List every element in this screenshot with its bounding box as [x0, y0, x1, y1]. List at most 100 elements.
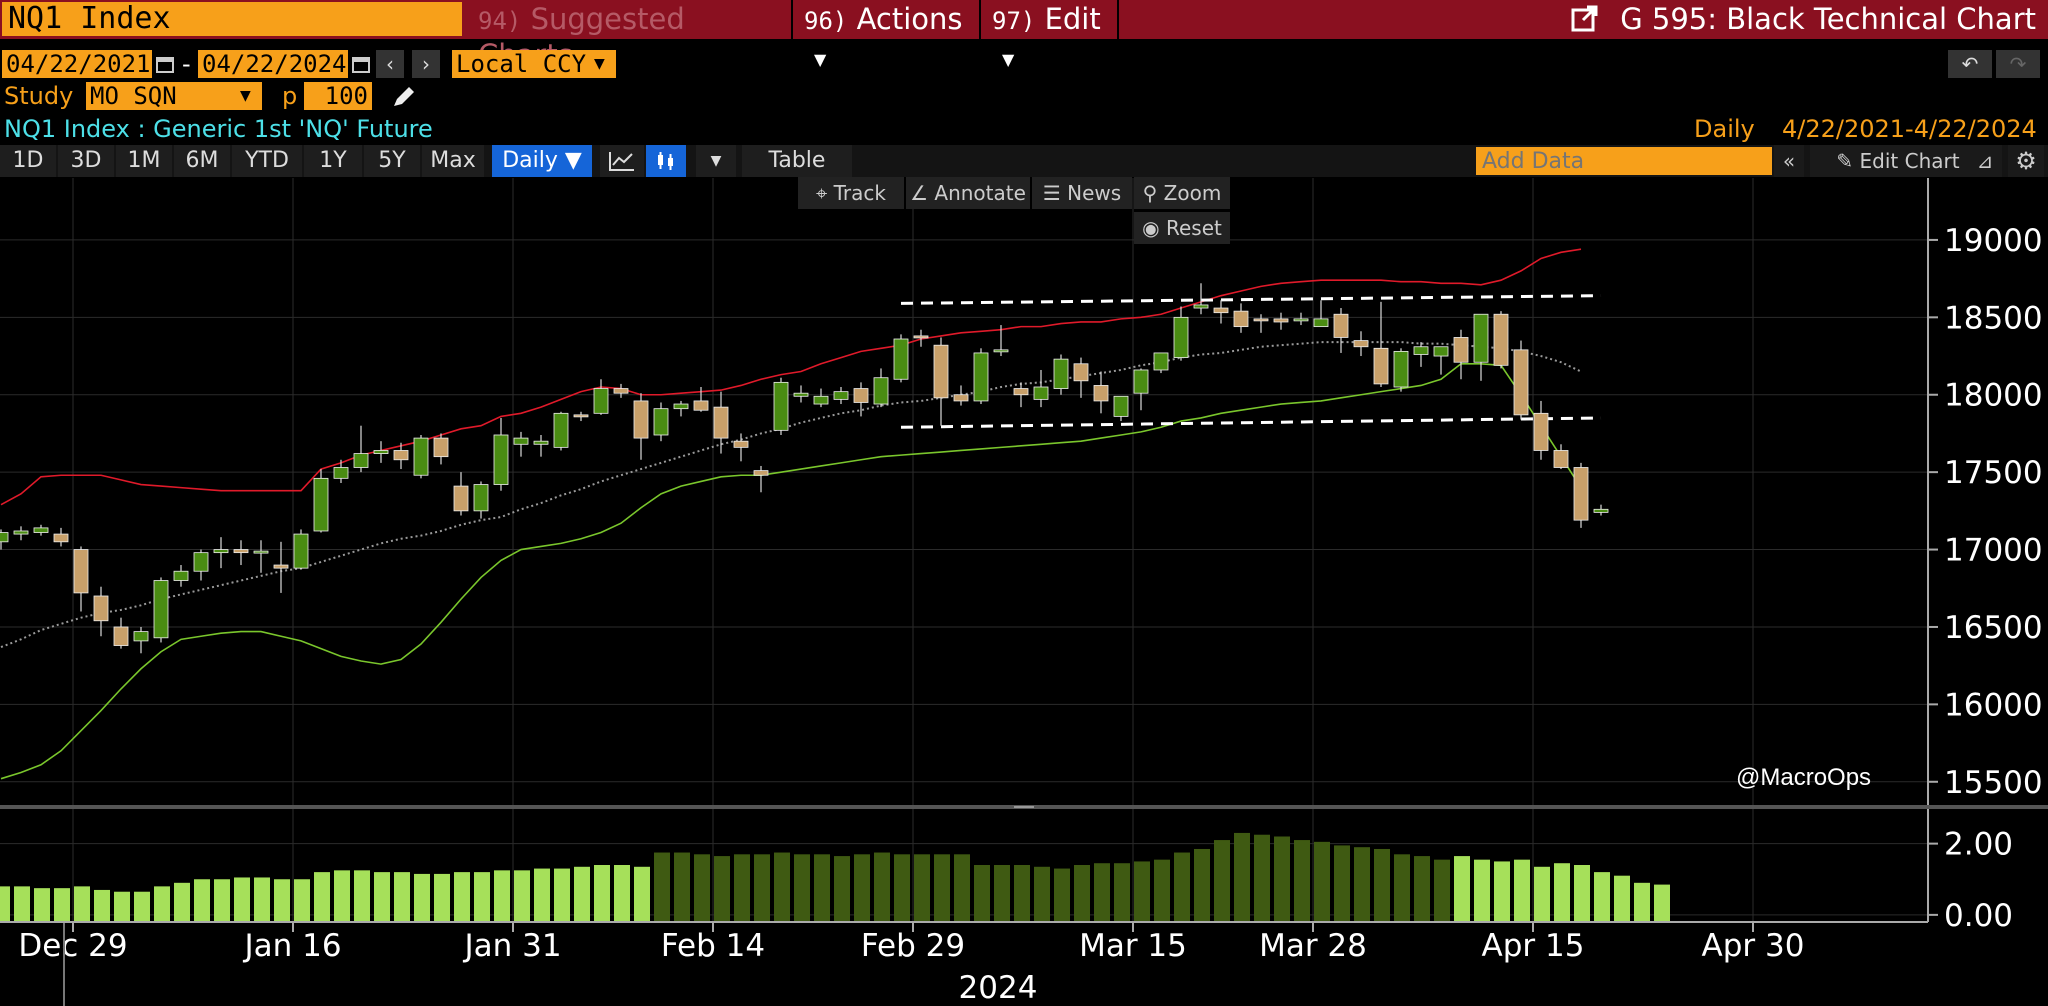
upper-band-line: [0, 248, 1582, 506]
sqn-bar: [1034, 866, 1050, 923]
sqn-bar: [1554, 863, 1570, 923]
sqn-bar: [194, 879, 210, 923]
sqn-bar: [174, 882, 190, 923]
sqn-bar: [594, 865, 610, 923]
candle-body: [1073, 363, 1089, 382]
sqn-bar: [1454, 856, 1470, 923]
sqn-bar: [1654, 884, 1670, 923]
annotate-button[interactable]: ∠ Annotate: [906, 177, 1030, 209]
sqn-bar: [334, 870, 350, 923]
reset-button[interactable]: ◉ Reset: [1134, 212, 1230, 244]
candle-body: [653, 408, 669, 436]
candle-body: [1193, 304, 1209, 309]
crosshair-icon: ⌖: [816, 181, 834, 205]
sqn-bar: [914, 854, 930, 923]
sqn-bar: [654, 852, 670, 923]
sqn-bar: [614, 865, 630, 923]
sqn-bar: [294, 879, 310, 923]
candle-body: [1013, 388, 1029, 396]
candle-body: [273, 564, 289, 569]
sqn-tick-label: 0.00: [1944, 898, 2013, 934]
sqn-bar: [754, 854, 770, 923]
sqn-bar: [214, 879, 230, 923]
sqn-bar: [514, 870, 530, 923]
sqn-bar: [414, 873, 430, 923]
candle-body: [1053, 358, 1069, 389]
sqn-bar: [894, 854, 910, 923]
search-icon: ⚲: [1142, 181, 1164, 205]
candle-body: [453, 485, 469, 512]
candle-body: [1553, 450, 1569, 468]
sqn-bar: [1434, 859, 1450, 923]
time-tick-label: Mar 28: [1259, 928, 1367, 964]
sqn-tick-label: 2.00: [1944, 827, 2013, 863]
candle-body: [1133, 369, 1149, 394]
news-label: News: [1067, 181, 1122, 205]
sqn-bar: [54, 888, 70, 923]
sqn-bar: [114, 891, 130, 923]
candle-body: [73, 549, 89, 594]
candle-body: [53, 533, 69, 543]
zoom-button[interactable]: ⚲ Zoom: [1134, 177, 1230, 209]
candle-body: [1093, 385, 1109, 402]
sqn-bar: [734, 854, 750, 923]
news-button[interactable]: ☰ News: [1032, 177, 1132, 209]
candle-body: [1573, 467, 1589, 521]
lower-band-line: [0, 362, 1582, 780]
time-tick-label: Dec 29: [18, 928, 127, 964]
candle-body: [1393, 350, 1409, 388]
candle-body: [973, 352, 989, 402]
price-tick-label: 19000: [1944, 223, 2043, 259]
candle-body: [1293, 318, 1309, 322]
candle-body: [153, 580, 169, 639]
sqn-bar: [1094, 863, 1110, 923]
sqn-bar: [774, 852, 790, 923]
annotate-label: Annotate: [934, 181, 1026, 205]
track-button[interactable]: ⌖ Track: [798, 177, 904, 209]
sqn-bar: [1494, 861, 1510, 923]
year-label: 2024: [959, 970, 1038, 1006]
candle-body: [593, 388, 609, 414]
sqn-bar: [274, 879, 290, 923]
candle-body: [253, 550, 269, 554]
candle-body: [1253, 318, 1269, 322]
sqn-bar: [834, 856, 850, 923]
sqn-bar: [234, 877, 250, 923]
sqn-bar: [1194, 848, 1210, 923]
sqn-bar: [794, 854, 810, 923]
candle-body: [353, 453, 369, 468]
sqn-bar: [454, 872, 470, 923]
candle-body: [1333, 313, 1349, 338]
candle-body: [233, 549, 249, 554]
sqn-bar: [1514, 859, 1530, 923]
candle-body: [873, 377, 889, 405]
annotate-icon: ∠: [910, 181, 935, 205]
price-chart[interactable]: 15500 16000 16500 17000 17500 18000 18500 19000…: [0, 0, 2048, 1006]
sqn-bar: [1574, 865, 1590, 923]
candle-body: [493, 434, 509, 485]
sqn-bar: [1014, 865, 1030, 923]
candle-body: [313, 477, 329, 532]
price-tick-label: 17000: [1944, 533, 2043, 569]
sqn-bar: [154, 886, 170, 923]
sqn-bar: [694, 854, 710, 923]
sqn-bar: [374, 872, 390, 923]
time-tick-label: Feb 29: [861, 928, 965, 964]
reset-label: Reset: [1165, 216, 1222, 240]
sqn-bar: [534, 868, 550, 923]
sqn-bar: [1074, 865, 1090, 923]
sqn-bar: [1274, 836, 1290, 923]
sqn-bar: [1114, 863, 1130, 923]
candle-body: [533, 440, 549, 445]
sqn-bar: [94, 889, 110, 923]
price-tick-label: 16500: [1944, 610, 2043, 646]
candle-body: [1513, 349, 1529, 416]
time-tick-label: Feb 14: [661, 928, 765, 964]
sqn-bar: [1294, 840, 1310, 923]
sqn-bar: [1354, 847, 1370, 923]
sqn-bar: [994, 865, 1010, 923]
candle-body: [1453, 337, 1469, 363]
candle-body: [1233, 310, 1249, 328]
sqn-bar: [1394, 854, 1410, 923]
candle-body: [1273, 318, 1289, 323]
